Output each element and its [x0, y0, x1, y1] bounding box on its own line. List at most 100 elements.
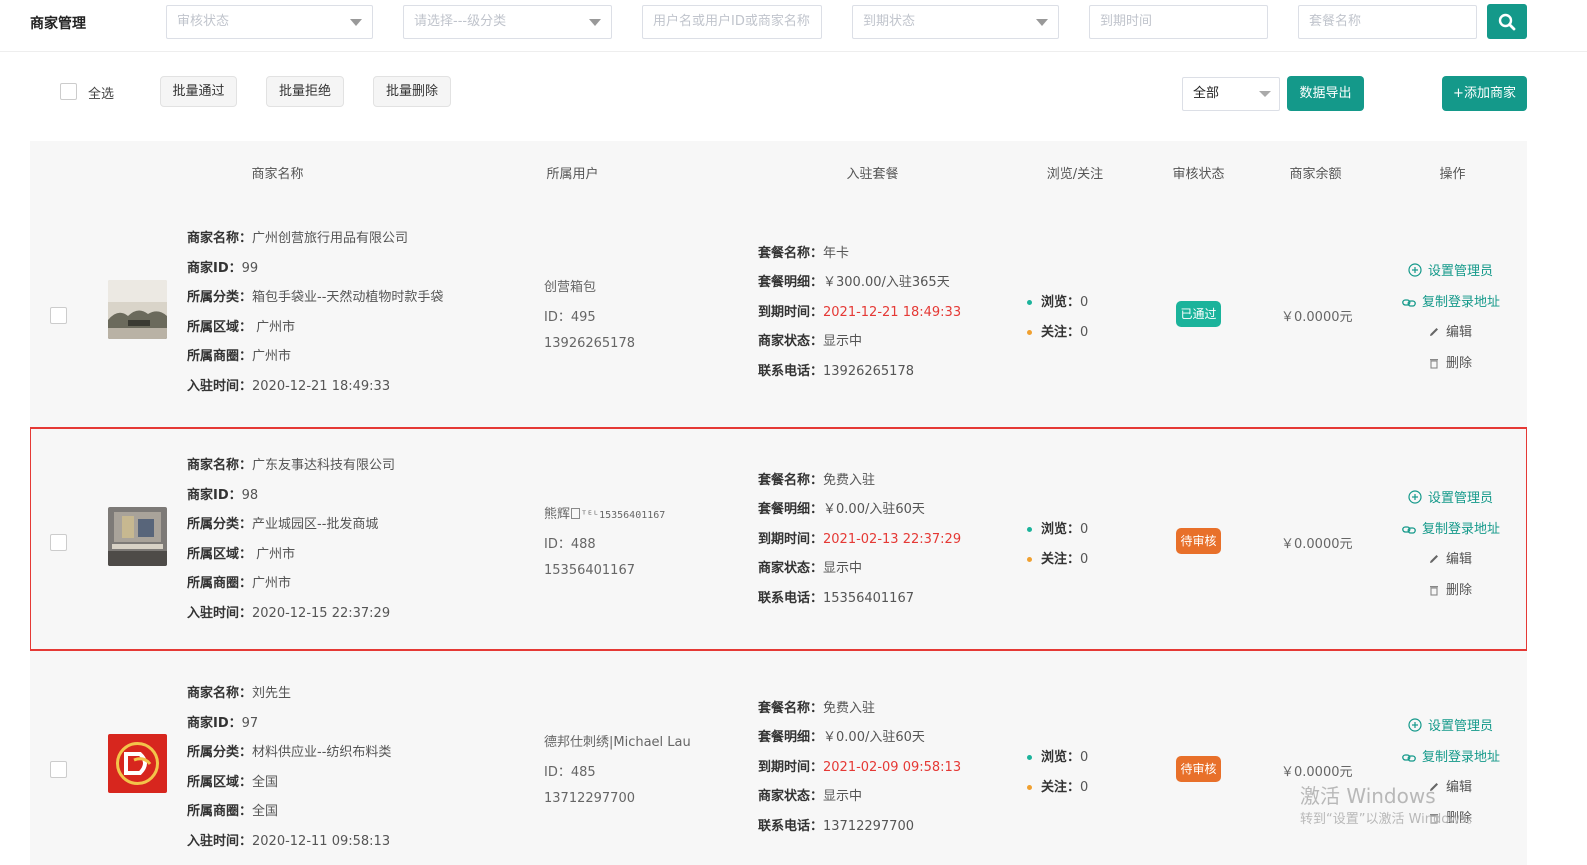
select-all-label: 全选 [88, 87, 115, 102]
scope-select[interactable]: 全部 [1182, 77, 1280, 111]
merchant-thumbnail[interactable] [108, 734, 167, 793]
merchant-balance: ￥0.0000元 [1281, 765, 1353, 780]
link-icon [1402, 526, 1416, 534]
merchant-district: 所属商圈：广州市 [187, 576, 292, 591]
merchant-table: 商家名称 所属用户 入驻套餐 浏览/关注 审核状态 商家余额 操作 商家名称：广… [30, 141, 1527, 865]
page-title: 商家管理 [30, 16, 86, 32]
status-badge: 待审核 [1176, 756, 1221, 782]
merchant-thumbnail[interactable] [108, 280, 167, 339]
column-header: 所属用户 [546, 167, 599, 182]
merchant-category: 所属分类：箱包手袋业--天然动植物时款手袋 [187, 290, 444, 305]
add-merchant-button[interactable]: +添加商家 [1442, 76, 1527, 111]
merchant-category: 所属分类：材料供应业--纺织布料类 [187, 745, 392, 760]
merchant-id: 商家ID：98 [187, 488, 259, 503]
user-name: 德邦仕刺绣|Michael Lau [544, 735, 691, 750]
select-all-checkbox[interactable] [60, 83, 77, 100]
user-name: 熊辉 ᵀᴱᴸ15356401167 [544, 507, 666, 522]
merchant-id: 商家ID：99 [187, 261, 259, 276]
column-header: 商家名称 [251, 167, 304, 182]
package-expire: 到期时间：2021-12-21 18:49:33 [758, 305, 962, 320]
audit-status-select[interactable]: 审核状态 [166, 5, 373, 39]
package-name: 套餐名称：免费入驻 [758, 701, 876, 716]
merchant-id: 商家ID：97 [187, 716, 259, 731]
user-id: ID：485 [544, 765, 596, 780]
user-name: 创营箱包 [544, 280, 597, 295]
batch-approve-button[interactable]: 批量通过 [160, 76, 237, 107]
pencil-icon [1430, 328, 1438, 336]
plus-circle-icon [1408, 718, 1422, 732]
merchant-district: 所属商圈：广州市 [187, 349, 292, 364]
merchant-category: 所属分类：产业城园区--批发商城 [187, 517, 379, 532]
export-button[interactable]: 数据导出 [1287, 76, 1364, 111]
column-header: 商家余额 [1289, 167, 1342, 182]
table-row: 商家名称：刘先生 商家ID：97 所属分类：材料供应业--纺织布料类 所属区域：… [30, 660, 1527, 865]
merchant-district: 所属商圈：全国 [187, 804, 279, 819]
delete-link[interactable]: 删除 [1428, 352, 1472, 371]
status-badge: 待审核 [1176, 528, 1221, 554]
merchant-status: 商家状态：显示中 [758, 561, 863, 576]
row-checkbox[interactable] [50, 534, 67, 551]
batch-reject-button[interactable]: 批量拒绝 [266, 76, 344, 107]
windows-activation-watermark: 激活 Windows [1300, 784, 1436, 808]
category-placeholder: 请选择---级分类 [414, 14, 507, 29]
chevron-down-icon [350, 19, 362, 26]
delete-link[interactable]: 删除 [1428, 579, 1472, 598]
row-checkbox[interactable] [50, 761, 67, 778]
package-name-placeholder: 套餐名称 [1309, 14, 1362, 29]
user-id: ID：495 [544, 310, 596, 325]
copy-login-link[interactable]: 复制登录地址 [1402, 518, 1500, 537]
package-expire: 到期时间：2021-02-13 22:37:29 [758, 532, 962, 547]
set-admin-link[interactable]: 设置管理员 [1408, 715, 1493, 734]
merchant-join-time: 入驻时间：2020-12-11 09:58:13 [187, 834, 391, 849]
merchant-balance: ￥0.0000元 [1281, 310, 1353, 325]
keyword-input[interactable]: 用户名或用户ID或商家名称 [642, 5, 822, 39]
edit-link[interactable]: 编辑 [1428, 321, 1472, 340]
category-select[interactable]: 请选择---级分类 [403, 5, 612, 39]
package-detail: 套餐明细：￥0.00/入驻60天 [758, 730, 925, 745]
trash-icon [1430, 359, 1438, 369]
filter-bar: 商家管理 审核状态 请选择---级分类 用户名或用户ID或商家名称 到期状态 到… [0, 0, 1587, 52]
column-header: 入驻套餐 [846, 167, 899, 182]
package-name: 套餐名称：免费入驻 [758, 473, 876, 488]
set-admin-link[interactable]: 设置管理员 [1408, 487, 1493, 506]
views-count: 浏览：0 [1027, 518, 1088, 537]
search-icon [1498, 13, 1516, 31]
scope-select-value: 全部 [1193, 86, 1220, 101]
copy-login-link[interactable]: 复制登录地址 [1402, 291, 1500, 310]
user-phone: 15356401167 [544, 563, 635, 578]
chevron-down-icon [1259, 91, 1271, 97]
merchant-status: 商家状态：显示中 [758, 789, 863, 804]
chevron-down-icon [1036, 19, 1048, 26]
chevron-down-icon [589, 19, 601, 26]
copy-login-link[interactable]: 复制登录地址 [1402, 746, 1500, 765]
package-name-input[interactable]: 套餐名称 [1298, 5, 1477, 39]
batch-delete-button[interactable]: 批量删除 [373, 76, 451, 107]
contact-phone: 联系电话：13712297700 [758, 819, 914, 834]
table-row: 商家名称：广州创营旅行用品有限公司 商家ID：99 所属分类：箱包手袋业--天然… [30, 205, 1527, 427]
column-header: 浏览/关注 [1046, 167, 1104, 182]
merchant-thumbnail[interactable] [108, 507, 167, 566]
expire-time-input[interactable]: 到期时间 [1089, 5, 1268, 39]
package-name: 套餐名称：年卡 [758, 246, 850, 261]
set-admin-link[interactable]: 设置管理员 [1408, 260, 1493, 279]
expire-time-placeholder: 到期时间 [1100, 14, 1153, 29]
row-checkbox[interactable] [50, 307, 67, 324]
plus-circle-icon [1408, 263, 1422, 277]
user-phone: 13712297700 [544, 791, 635, 806]
keyword-placeholder: 用户名或用户ID或商家名称 [653, 14, 810, 29]
merchant-balance: ￥0.0000元 [1281, 537, 1353, 552]
column-header: 操作 [1439, 167, 1466, 182]
merchant-name: 商家名称：广州创营旅行用品有限公司 [187, 231, 409, 246]
trash-icon [1430, 586, 1438, 596]
views-count: 浏览：0 [1027, 291, 1088, 310]
link-icon [1402, 754, 1416, 762]
merchant-status: 商家状态：显示中 [758, 334, 863, 349]
expire-status-placeholder: 到期状态 [863, 14, 916, 29]
expire-status-select[interactable]: 到期状态 [852, 5, 1059, 39]
audit-status-placeholder: 审核状态 [177, 14, 230, 29]
search-button[interactable] [1487, 4, 1527, 39]
edit-link[interactable]: 编辑 [1428, 548, 1472, 567]
table-row-highlighted: 商家名称：广东友事达科技有限公司 商家ID：98 所属分类：产业城园区--批发商… [30, 427, 1527, 651]
plus-circle-icon [1408, 490, 1422, 504]
windows-activation-hint: 转到“设置”以激活 Windows。 [1300, 812, 1480, 827]
